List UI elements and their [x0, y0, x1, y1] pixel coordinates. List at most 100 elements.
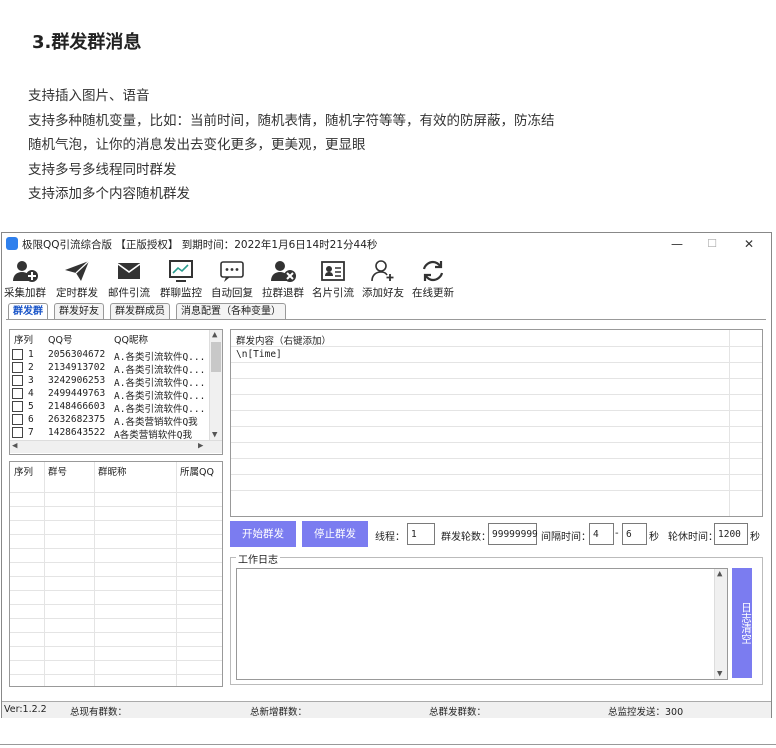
row-checkbox[interactable]: [12, 414, 23, 425]
stop-send-button[interactable]: 停止群发: [302, 521, 368, 547]
row-checkbox[interactable]: [12, 362, 23, 373]
minimize-button[interactable]: —: [662, 235, 692, 253]
toolbar-auto-reply-button[interactable]: 自动回复: [208, 259, 256, 301]
toolbar-label: 自动回复: [211, 287, 253, 299]
toolbar-label: 群聊监控: [160, 287, 202, 299]
row-divider: [10, 618, 222, 619]
row-checkbox[interactable]: [12, 349, 23, 360]
qq-number: 2632682375: [48, 414, 106, 425]
refresh-icon: [422, 260, 444, 282]
user-add-icon: [371, 260, 394, 282]
column-divider: [176, 462, 177, 686]
table-row[interactable]: 7 1428643522 A各类营销软件Q我: [10, 426, 210, 441]
scroll-up-icon[interactable]: ▲: [717, 569, 722, 579]
row-divider: [231, 394, 762, 395]
toolbar-update-button[interactable]: 在线更新: [410, 259, 456, 301]
tab-group-send[interactable]: 群发群: [8, 303, 48, 320]
seconds-unit: 秒: [649, 532, 659, 543]
threads-input[interactable]: 1: [407, 523, 435, 545]
column-header: QQ号: [48, 335, 73, 346]
interval-dash: -: [615, 528, 619, 539]
toolbar-pull-quit-button[interactable]: 拉群退群: [260, 259, 306, 301]
rest-label: 轮休时间：: [668, 532, 718, 543]
rounds-input[interactable]: 99999999: [488, 523, 538, 545]
start-send-button[interactable]: 开始群发: [230, 521, 296, 547]
row-divider: [231, 442, 762, 443]
column-header: 序列: [14, 335, 34, 346]
table-row[interactable]: 6 2632682375 A.各类营销软件Q我: [10, 413, 210, 428]
toolbar-timed-send-button[interactable]: 定时群发: [54, 259, 100, 301]
toolbar-label: 添加好友: [362, 287, 404, 299]
table-row[interactable]: 4 2499449763 A.各类引流软件Q...: [10, 387, 210, 402]
version-text: Ver:1.2.2: [4, 704, 47, 715]
tab-divider: [6, 319, 766, 320]
row-divider: [10, 576, 222, 577]
row-index: 4: [28, 388, 34, 399]
scroll-left-icon[interactable]: ◀: [12, 441, 17, 451]
row-index: 1: [28, 349, 34, 360]
scroll-down-icon[interactable]: ▼: [717, 669, 722, 679]
toolbar-monitor-button[interactable]: 群聊监控: [158, 259, 204, 301]
doc-line: 随机气泡，让你的消息发出去变化更多，更美观，更显眼: [28, 137, 366, 153]
tab-friend-send[interactable]: 群发好友: [54, 303, 104, 319]
id-card-icon: [321, 261, 345, 281]
toolbar-mail-button[interactable]: 邮件引流: [106, 259, 152, 301]
interval-max-input[interactable]: 6: [622, 523, 647, 545]
message-content-box[interactable]: 群发内容（右键添加） \n[Time]: [230, 329, 763, 517]
scroll-thumb[interactable]: [211, 342, 221, 372]
scroll-down-icon[interactable]: ▼: [212, 430, 217, 440]
content-line[interactable]: \n[Time]: [236, 349, 282, 360]
table-row[interactable]: 2 2134913702 A.各类引流软件Q...: [10, 361, 210, 376]
users-remove-icon: [271, 261, 296, 282]
qq-number: 3242906253: [48, 375, 106, 386]
scroll-right-icon[interactable]: ▶: [198, 441, 203, 451]
row-checkbox[interactable]: [12, 427, 23, 438]
toolbar-label: 定时群发: [56, 287, 98, 299]
column-divider: [729, 330, 730, 516]
monitor-chart-icon: [169, 260, 193, 282]
close-button[interactable]: ✕: [734, 235, 764, 253]
row-divider: [10, 562, 222, 563]
clear-log-button[interactable]: 日志清空: [732, 568, 752, 678]
qq-number: 2499449763: [48, 388, 106, 399]
row-divider: [231, 426, 762, 427]
tab-member-send[interactable]: 群发群成员: [110, 303, 170, 319]
vertical-scrollbar[interactable]: ▲ ▼: [714, 569, 727, 679]
toolbar-card-button[interactable]: 名片引流: [310, 259, 356, 301]
title-bar[interactable]: 极限QQ引流综合版 【正版授权】 到期时间：2022年1月6日14时21分44秒…: [2, 233, 771, 255]
tab-message-config[interactable]: 消息配置（各种变量）: [176, 303, 286, 319]
row-index: 6: [28, 414, 34, 425]
new-groups: 总新增群数：: [250, 707, 308, 718]
maximize-button[interactable]: ☐: [697, 235, 727, 253]
toolbar-add-friend-button[interactable]: 添加好友: [360, 259, 406, 301]
divider: [0, 744, 776, 745]
threads-label: 线程：: [375, 532, 405, 543]
row-divider: [10, 520, 222, 521]
table-header: 序列 QQ号 QQ昵称: [10, 330, 208, 346]
total-groups: 总现有群数：: [70, 707, 128, 718]
qq-number: 1428643522: [48, 427, 106, 438]
column-divider: [94, 462, 95, 686]
row-checkbox[interactable]: [12, 388, 23, 399]
vertical-scrollbar[interactable]: ▲ ▼: [209, 330, 222, 440]
row-divider: [231, 410, 762, 411]
table-row[interactable]: 5 2148466603 A.各类引流软件Q...: [10, 400, 210, 415]
table-row[interactable]: 1 2056304672 A.各类引流软件Q...: [10, 348, 210, 363]
toolbar-collect-join-button[interactable]: 采集加群: [2, 259, 48, 301]
table-row[interactable]: 3 3242906253 A.各类引流软件Q...: [10, 374, 210, 389]
rest-input[interactable]: 1200: [714, 523, 748, 545]
work-log-textarea[interactable]: ▲ ▼: [236, 568, 728, 680]
row-checkbox[interactable]: [12, 375, 23, 386]
row-divider: [231, 474, 762, 475]
row-divider: [10, 632, 222, 633]
interval-min-input[interactable]: 4: [589, 523, 614, 545]
horizontal-scrollbar[interactable]: ◀ ▶: [10, 440, 222, 453]
scroll-up-icon[interactable]: ▲: [212, 330, 217, 340]
row-index: 3: [28, 375, 34, 386]
column-header: 群昵称: [98, 467, 127, 478]
row-divider: [10, 506, 222, 507]
row-checkbox[interactable]: [12, 401, 23, 412]
row-divider: [231, 362, 762, 363]
row-divider: [10, 646, 222, 647]
toolbar-label: 名片引流: [312, 287, 354, 299]
